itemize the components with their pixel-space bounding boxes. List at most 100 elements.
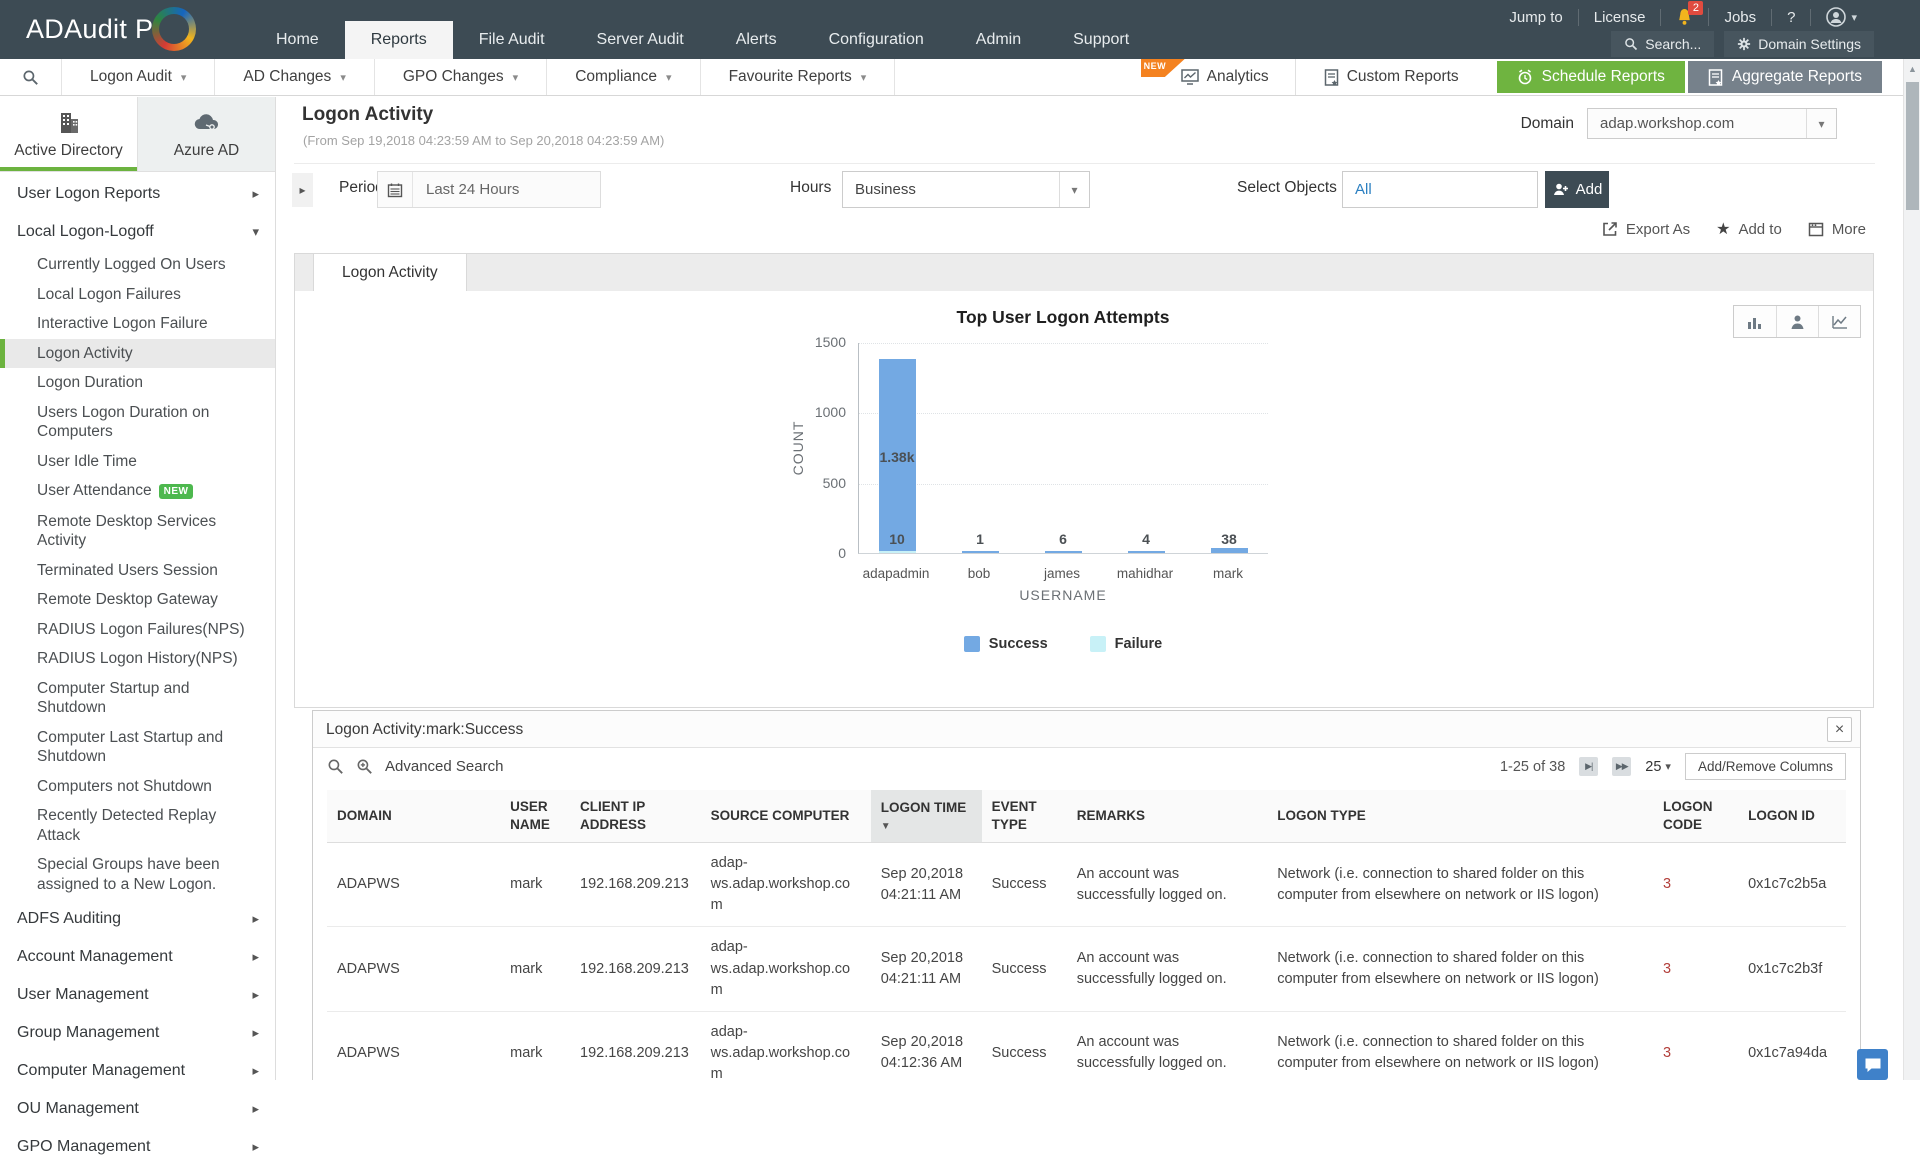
report-search-button[interactable] bbox=[0, 59, 62, 95]
last-page-button[interactable]: ▶▶ bbox=[1612, 757, 1631, 776]
tab-azure-ad[interactable]: Azure AD bbox=[138, 97, 275, 171]
sidebar-item-logon-duration[interactable]: Logon Duration bbox=[0, 368, 275, 398]
sidebar-item-user-idle-time[interactable]: User Idle Time bbox=[0, 447, 275, 477]
sidebar-item-interactive-logon-failure[interactable]: Interactive Logon Failure bbox=[0, 309, 275, 339]
nav-item-server-audit[interactable]: Server Audit bbox=[571, 21, 710, 59]
nav-item-support[interactable]: Support bbox=[1047, 21, 1155, 59]
nav-item-configuration[interactable]: Configuration bbox=[803, 21, 950, 59]
sidebar-section-group-management[interactable]: Group Management▸ bbox=[0, 1015, 275, 1051]
add-objects-button[interactable]: Add bbox=[1545, 171, 1609, 208]
vertical-scrollbar[interactable]: ▲ bbox=[1903, 59, 1920, 1080]
sidebar-section-ou-management[interactable]: OU Management▸ bbox=[0, 1091, 275, 1127]
menu-logon-audit[interactable]: Logon Audit▾ bbox=[62, 59, 215, 95]
sidebar-item-radius-logon-history-nps[interactable]: RADIUS Logon History(NPS) bbox=[0, 644, 275, 674]
schedule-reports-button[interactable]: Schedule Reports bbox=[1497, 61, 1685, 93]
advanced-search-link[interactable]: Advanced Search bbox=[385, 758, 503, 775]
next-page-button[interactable]: ▶| bbox=[1579, 757, 1598, 776]
sidebar-item-radius-logon-failures-nps[interactable]: RADIUS Logon Failures(NPS) bbox=[0, 615, 275, 645]
chart-user-filter-button[interactable] bbox=[1776, 306, 1818, 337]
sidebar-section-local-logon-logoff[interactable]: Local Logon-Logoff▾ bbox=[0, 214, 275, 250]
global-search-button[interactable]: Search... bbox=[1611, 31, 1714, 57]
column-header-client-ip-address[interactable]: CLIENT IP ADDRESS bbox=[570, 790, 701, 843]
domain-settings-button[interactable]: Domain Settings bbox=[1724, 31, 1874, 57]
advanced-search-icon[interactable] bbox=[356, 758, 373, 775]
more-button[interactable]: More bbox=[1808, 221, 1866, 238]
export-as-button[interactable]: Export As bbox=[1602, 221, 1690, 238]
chart-type-line-button[interactable] bbox=[1818, 306, 1860, 337]
add-remove-columns-button[interactable]: Add/Remove Columns bbox=[1685, 753, 1846, 780]
sidebar-item-computer-startup-and-shutdown[interactable]: Computer Startup and Shutdown bbox=[0, 674, 275, 723]
column-header-logon-type[interactable]: LOGON TYPE bbox=[1267, 790, 1653, 843]
analytics-button[interactable]: NEW Analytics bbox=[1141, 59, 1295, 95]
scroll-up-icon[interactable]: ▲ bbox=[1904, 64, 1920, 74]
sidebar-item-currently-logged-on-users[interactable]: Currently Logged On Users bbox=[0, 250, 275, 280]
sidebar-section-user-logon-reports[interactable]: User Logon Reports▸ bbox=[0, 176, 275, 212]
nav-item-admin[interactable]: Admin bbox=[950, 21, 1047, 59]
nav-item-file-audit[interactable]: File Audit bbox=[453, 21, 571, 59]
nav-item-home[interactable]: Home bbox=[250, 21, 345, 59]
notifications-button[interactable]: 2 bbox=[1661, 8, 1709, 26]
column-header-source-computer[interactable]: SOURCE COMPUTER bbox=[701, 790, 871, 843]
user-menu[interactable]: ▾ bbox=[1811, 7, 1872, 27]
chevron-down-icon[interactable]: ▾ bbox=[1806, 109, 1836, 138]
sidebar-item-remote-desktop-services-activity[interactable]: Remote Desktop Services Activity bbox=[0, 507, 275, 556]
sidebar-item-special-groups-have-been-assigned-to-a-new-logon[interactable]: Special Groups have been assigned to a N… bbox=[0, 850, 275, 899]
feedback-chat-button[interactable] bbox=[1857, 1049, 1888, 1080]
column-header-logon-id[interactable]: LOGON ID bbox=[1738, 790, 1846, 843]
period-input[interactable]: Last 24 Hours bbox=[377, 171, 601, 208]
table-search-button[interactable] bbox=[327, 758, 344, 775]
sidebar-item-terminated-users-session[interactable]: Terminated Users Session bbox=[0, 556, 275, 586]
menu-gpo-changes[interactable]: GPO Changes▾ bbox=[375, 59, 547, 95]
page-size-select[interactable]: 25 ▾ bbox=[1645, 759, 1671, 775]
bar-success-james[interactable] bbox=[1045, 551, 1082, 553]
sidebar-item-user-attendance[interactable]: User AttendanceNEW bbox=[0, 476, 275, 507]
column-header-remarks[interactable]: REMARKS bbox=[1067, 790, 1268, 843]
bar-success-mahidhar[interactable] bbox=[1128, 551, 1165, 553]
column-header-event-type[interactable]: EVENT TYPE bbox=[982, 790, 1067, 843]
sidebar-item-computers-not-shutdown[interactable]: Computers not Shutdown bbox=[0, 772, 275, 802]
add-to-button[interactable]: ★ Add to bbox=[1716, 219, 1782, 239]
tab-active-directory[interactable]: Active Directory bbox=[0, 97, 138, 171]
column-header-user-name[interactable]: USER NAME bbox=[500, 790, 570, 843]
bar-success-mark[interactable] bbox=[1211, 548, 1248, 553]
column-header-logon-time[interactable]: LOGON TIME▼ bbox=[871, 790, 982, 843]
column-header-domain[interactable]: DOMAIN bbox=[327, 790, 500, 843]
menu-compliance[interactable]: Compliance▾ bbox=[547, 59, 700, 95]
table-row[interactable]: ADAPWSmark192.168.209.213adap-ws.adap.wo… bbox=[327, 843, 1846, 927]
table-row[interactable]: ADAPWSmark192.168.209.213adap-ws.adap.wo… bbox=[327, 927, 1846, 1011]
chart-type-bar-button[interactable] bbox=[1734, 306, 1776, 337]
help-button[interactable]: ? bbox=[1772, 9, 1811, 26]
tab-logon-activity[interactable]: Logon Activity bbox=[313, 254, 467, 291]
select-objects-input[interactable]: All bbox=[1342, 171, 1538, 208]
menu-favourite-reports[interactable]: Favourite Reports▾ bbox=[701, 59, 896, 95]
custom-reports-button[interactable]: Custom Reports bbox=[1296, 59, 1487, 95]
table-row[interactable]: ADAPWSmark192.168.209.213adap-ws.adap.wo… bbox=[327, 1011, 1846, 1080]
sidebar-section-adfs-auditing[interactable]: ADFS Auditing▸ bbox=[0, 901, 275, 937]
sidebar-item-computer-last-startup-and-shutdown[interactable]: Computer Last Startup and Shutdown bbox=[0, 723, 275, 772]
menu-ad-changes[interactable]: AD Changes▾ bbox=[215, 59, 374, 95]
sidebar-section-computer-management[interactable]: Computer Management▸ bbox=[0, 1053, 275, 1089]
sidebar-item-remote-desktop-gateway[interactable]: Remote Desktop Gateway bbox=[0, 585, 275, 615]
nav-item-alerts[interactable]: Alerts bbox=[710, 21, 803, 59]
sidebar-item-recently-detected-replay-attack[interactable]: Recently Detected Replay Attack bbox=[0, 801, 275, 850]
sidebar-section-user-management[interactable]: User Management▸ bbox=[0, 977, 275, 1013]
close-icon[interactable]: × bbox=[1827, 717, 1852, 742]
calendar-icon[interactable] bbox=[378, 172, 413, 207]
jump-to-link[interactable]: Jump to bbox=[1494, 9, 1578, 26]
chevron-down-icon[interactable]: ▾ bbox=[1059, 172, 1089, 207]
sidebar-item-local-logon-failures[interactable]: Local Logon Failures bbox=[0, 280, 275, 310]
bar-success-bob[interactable] bbox=[962, 551, 999, 553]
domain-select[interactable]: adap.workshop.com ▾ bbox=[1587, 108, 1837, 139]
sidebar-item-users-logon-duration-on-computers[interactable]: Users Logon Duration on Computers bbox=[0, 398, 275, 447]
aggregate-reports-button[interactable]: Aggregate Reports bbox=[1688, 61, 1882, 93]
bar-failure-adapadmin[interactable] bbox=[879, 551, 916, 553]
scrollbar-thumb[interactable] bbox=[1906, 82, 1919, 210]
hours-select[interactable]: Business ▾ bbox=[842, 171, 1090, 208]
jobs-link[interactable]: Jobs bbox=[1709, 9, 1772, 26]
sidebar-section-gpo-management[interactable]: GPO Management▸ bbox=[0, 1129, 275, 1165]
sort-desc-icon[interactable]: ▼ bbox=[881, 820, 972, 834]
sidebar-section-account-management[interactable]: Account Management▸ bbox=[0, 939, 275, 975]
sidebar-item-logon-activity[interactable]: Logon Activity bbox=[0, 339, 275, 369]
nav-item-reports[interactable]: Reports bbox=[345, 21, 453, 59]
column-header-logon-code[interactable]: LOGON CODE bbox=[1653, 790, 1738, 843]
